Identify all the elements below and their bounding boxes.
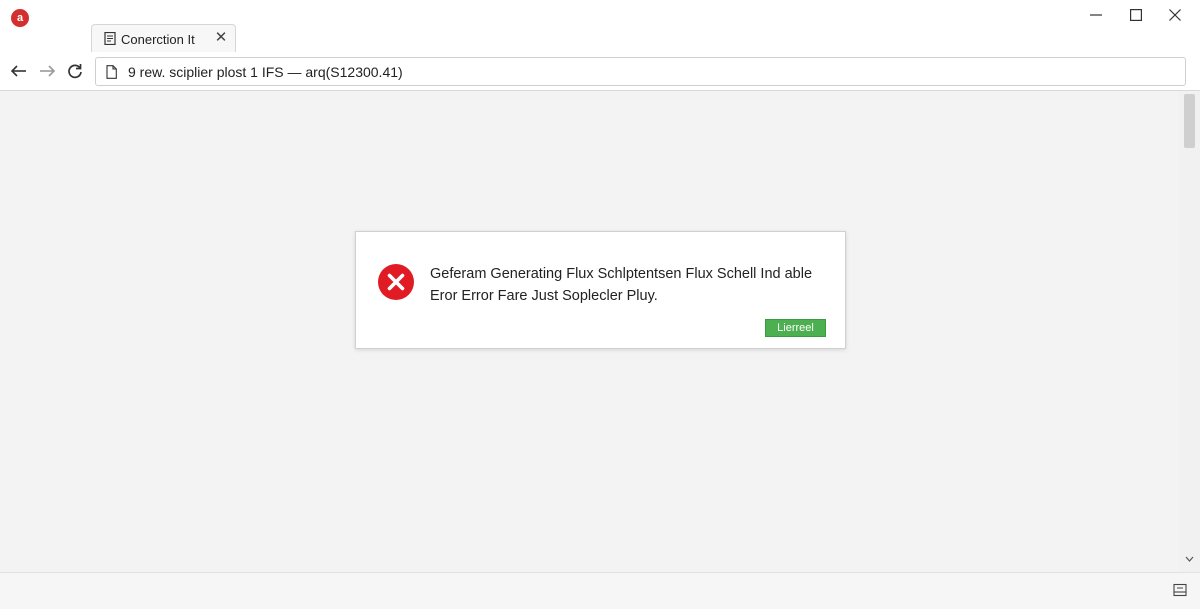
forward-arrow-icon[interactable]	[37, 61, 57, 81]
tab-connection[interactable]: Conerction It ✕	[91, 24, 236, 52]
title-bar: a Conerction It ✕	[0, 0, 1200, 53]
close-icon	[1169, 9, 1181, 21]
status-bar	[0, 572, 1200, 609]
page-icon	[104, 32, 116, 45]
minimize-button[interactable]	[1082, 4, 1110, 26]
maximize-button[interactable]	[1122, 4, 1150, 26]
maximize-icon	[1130, 9, 1142, 21]
address-text: 9 rew. sciplier plost 1 IFS — arq(S12300…	[128, 64, 403, 80]
error-message-line-2: Eror Error Fare Just Soplecler Pluy.	[430, 288, 658, 304]
page-info-icon[interactable]	[106, 65, 117, 79]
error-x-icon	[378, 264, 414, 300]
error-message-line-1: Geferam Generating Flux Schlptentsen Flu…	[430, 266, 813, 282]
vertical-scrollbar[interactable]	[1179, 91, 1200, 572]
minimize-icon	[1090, 14, 1102, 16]
tab-title: Conerction It	[121, 32, 195, 47]
scrollbar-thumb[interactable]	[1184, 94, 1195, 148]
navigation-bar: 9 rew. sciplier plost 1 IFS — arq(S12300…	[0, 52, 1200, 91]
address-bar[interactable]: 9 rew. sciplier plost 1 IFS — arq(S12300…	[95, 57, 1186, 86]
error-dialog: Geferam Generating Flux Schlptentsen Flu…	[355, 231, 846, 349]
app-logo-icon[interactable]: a	[11, 9, 29, 27]
scroll-down-icon[interactable]	[1184, 553, 1195, 565]
window-status-icon[interactable]	[1173, 583, 1187, 597]
reload-icon[interactable]	[65, 61, 85, 81]
dialog-confirm-button[interactable]: Lierreel	[765, 319, 826, 337]
tab-close-button[interactable]: ✕	[212, 28, 230, 48]
back-arrow-icon[interactable]	[9, 61, 29, 81]
close-window-button[interactable]	[1161, 4, 1189, 26]
